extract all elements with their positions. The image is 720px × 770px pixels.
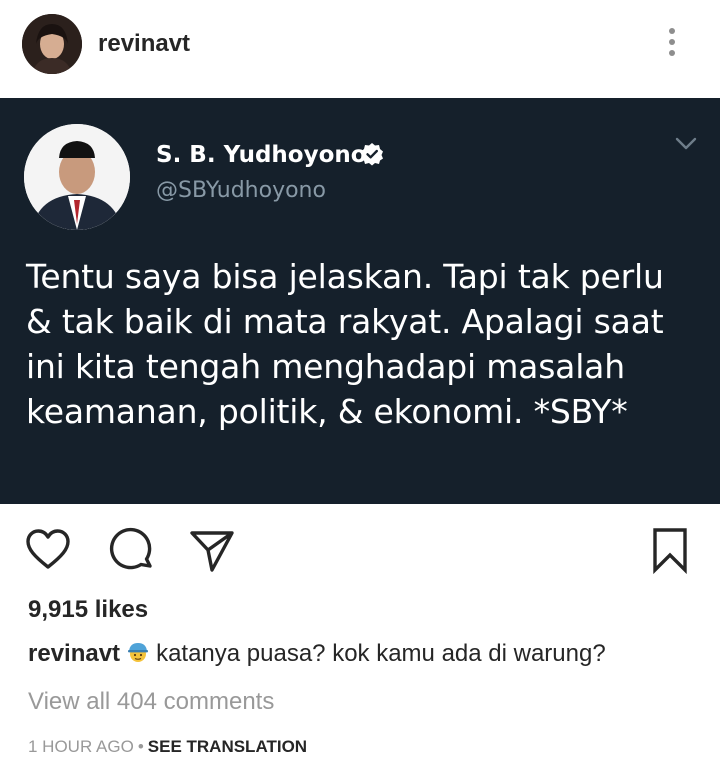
action-bar (0, 520, 720, 580)
tweet-text-line: ini kita tengah menghadapi masalah (26, 347, 625, 386)
post-header: revinavt (0, 0, 720, 98)
tweet-display-name: S. B. Yudhoyono (156, 142, 367, 168)
post-username[interactable]: revinavt (98, 30, 190, 58)
construction-worker-emoji (126, 640, 150, 664)
view-all-comments-link[interactable]: View all 404 comments (28, 688, 274, 716)
comment-bubble-icon[interactable] (108, 526, 156, 574)
likes-count[interactable]: 9,915 likes (28, 596, 148, 624)
post-timestamp: 1 HOUR AGO (28, 737, 134, 756)
verified-badge-icon (360, 142, 384, 166)
tweet-text: Tentu saya bisa jelaskan. Tapi tak perlu… (26, 254, 706, 434)
more-vertical-icon[interactable] (662, 28, 682, 66)
tweet-image: S. B. Yudhoyono @SBYudhoyono Tentu saya … (0, 98, 720, 504)
paper-plane-icon[interactable] (188, 526, 236, 574)
tweet-text-line: & tak baik di mata rakyat. Apalagi saat (26, 302, 664, 341)
see-translation-link[interactable]: SEE TRANSLATION (148, 737, 307, 756)
user-avatar[interactable] (22, 14, 82, 74)
chevron-down-icon (674, 136, 698, 152)
post-meta: 1 HOUR AGO • SEE TRANSLATION (28, 737, 307, 757)
tweet-avatar (24, 124, 130, 230)
meta-separator: • (137, 737, 144, 756)
bookmark-outline-icon[interactable] (646, 526, 694, 575)
tweet-handle: @SBYudhoyono (156, 178, 326, 203)
caption: revinavt katanya puasa? kok kamu ada di … (28, 640, 606, 668)
caption-text: katanya puasa? kok kamu ada di warung? (156, 640, 606, 667)
tweet-text-line: Tentu saya bisa jelaskan. Tapi tak perlu (26, 257, 664, 296)
caption-username[interactable]: revinavt (28, 640, 120, 667)
heart-outline-icon[interactable] (24, 526, 72, 574)
tweet-text-line: keamanan, politik, & ekonomi. *SBY* (26, 392, 628, 431)
